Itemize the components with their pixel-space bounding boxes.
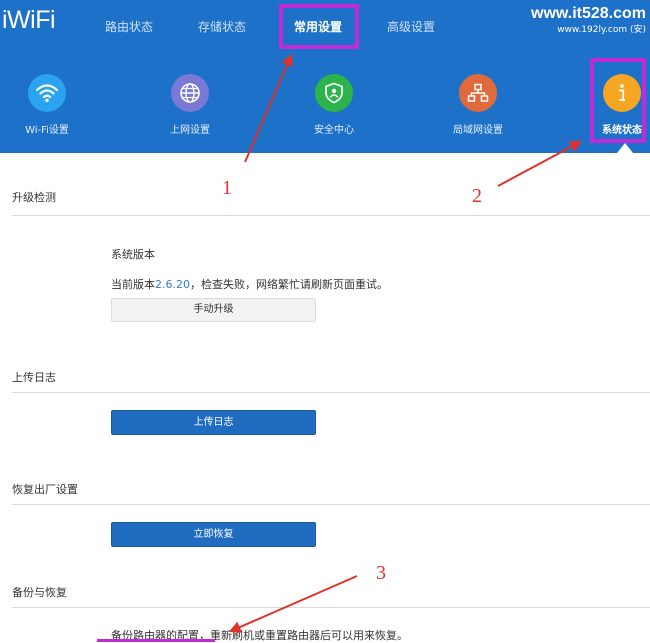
arrow-1 <box>244 53 293 163</box>
arrow-3 <box>228 575 358 633</box>
annotation-marker-1: 1 <box>222 177 232 199</box>
annotation-marker-3: 3 <box>376 562 386 584</box>
arrow-2 <box>497 140 583 187</box>
annotation-arrows <box>228 53 583 633</box>
annotation-marker-2: 2 <box>472 185 482 207</box>
